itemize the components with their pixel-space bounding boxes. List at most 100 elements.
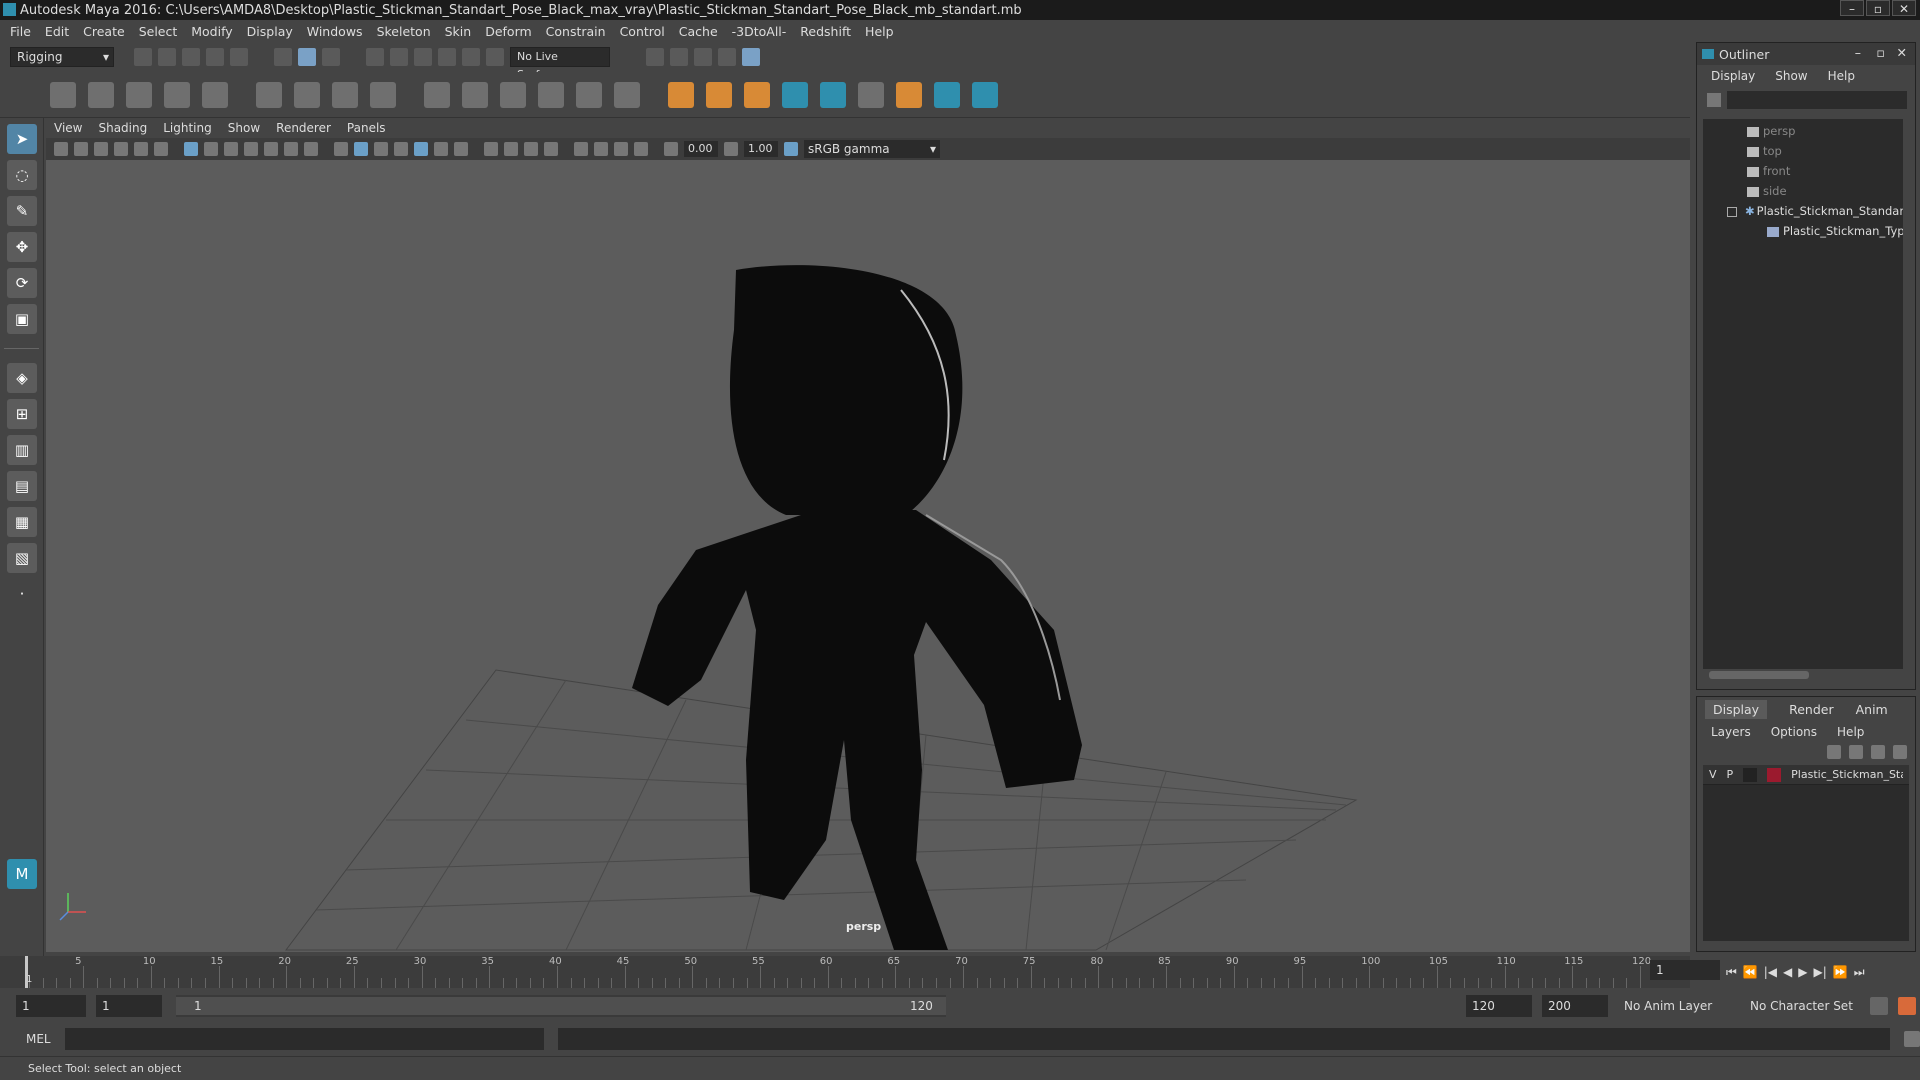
- new-empty-layer-icon[interactable]: [1871, 745, 1885, 759]
- resolution-gate-icon[interactable]: [224, 142, 238, 156]
- layer-menu-help[interactable]: Help: [1837, 725, 1864, 739]
- time-slider[interactable]: 5 10 15 20 25 30 35 40 45 50 55 60 65 70 75 80 85 90 95 100…: [0, 956, 1720, 988]
- xray-joints-icon[interactable]: [614, 142, 628, 156]
- pole-vector-icon[interactable]: [614, 81, 640, 108]
- use-all-lights-icon[interactable]: [434, 142, 448, 156]
- go-to-start-icon[interactable]: ⏮: [1726, 965, 1737, 980]
- outliner-refresh-icon[interactable]: [1707, 93, 1721, 107]
- insert-joint-icon[interactable]: [88, 81, 114, 108]
- select-hierarchy-icon[interactable]: [274, 48, 292, 66]
- menu-file[interactable]: File: [10, 24, 31, 39]
- select-component-icon[interactable]: [322, 48, 340, 66]
- maximize-button[interactable]: ▫: [1866, 0, 1890, 16]
- gamma-field[interactable]: 1.00: [744, 141, 778, 157]
- outliner-menu-help[interactable]: Help: [1828, 69, 1855, 83]
- lasso-tool-icon[interactable]: ◌: [7, 160, 37, 190]
- xray-icon[interactable]: [594, 142, 608, 156]
- character-control-icon[interactable]: [782, 81, 808, 108]
- menu-modify[interactable]: Modify: [191, 24, 232, 39]
- outliner-item-top[interactable]: top: [1703, 141, 1903, 161]
- safe-title-icon[interactable]: [304, 142, 318, 156]
- live-surface-field[interactable]: No Live Surface: [510, 47, 610, 81]
- paint-select-icon[interactable]: ✎: [7, 196, 37, 226]
- wireframe-on-shaded-icon[interactable]: [394, 142, 408, 156]
- exposure-icon[interactable]: [664, 142, 678, 156]
- anim-layer-dropdown[interactable]: No Anim Layer: [1618, 995, 1734, 1017]
- outliner-horizontal-scrollbar[interactable]: [1709, 671, 1809, 679]
- depth-of-field-icon[interactable]: [544, 142, 558, 156]
- collapse-icon[interactable]: [1727, 206, 1737, 217]
- make-live-icon[interactable]: [486, 48, 504, 66]
- image-plane-icon[interactable]: [114, 142, 128, 156]
- rotate-tool-icon[interactable]: ⟳: [7, 268, 37, 298]
- new-scene-icon[interactable]: [134, 48, 152, 66]
- aim-constraint-icon[interactable]: [462, 81, 488, 108]
- joint-tool-icon[interactable]: [50, 81, 76, 108]
- wireframe-icon[interactable]: [334, 142, 348, 156]
- command-input[interactable]: [64, 1028, 544, 1050]
- shadows-icon[interactable]: [454, 142, 468, 156]
- anti-aliasing-icon[interactable]: [524, 142, 538, 156]
- menu-skin[interactable]: Skin: [445, 24, 472, 39]
- maya-home-icon[interactable]: M: [7, 859, 37, 889]
- layer-visibility-toggle[interactable]: V: [1709, 768, 1717, 781]
- go-to-end-icon[interactable]: ⏭: [1854, 965, 1865, 980]
- undo-icon[interactable]: [206, 48, 224, 66]
- ik-fk-icon[interactable]: [706, 81, 732, 108]
- scale-constraint-icon[interactable]: [538, 81, 564, 108]
- ik-handle-icon[interactable]: [202, 81, 228, 108]
- outliner-maximize-button[interactable]: ▫: [1877, 45, 1885, 60]
- redo-icon[interactable]: [230, 48, 248, 66]
- ipr-render-icon[interactable]: [694, 48, 712, 66]
- grease-pencil-icon[interactable]: [154, 142, 168, 156]
- parent-constraint-icon[interactable]: [576, 81, 602, 108]
- menu-windows[interactable]: Windows: [307, 24, 363, 39]
- menu-cache[interactable]: Cache: [679, 24, 718, 39]
- select-object-icon[interactable]: [298, 48, 316, 66]
- snap-grid-icon[interactable]: [366, 48, 384, 66]
- panel-menu-panels[interactable]: Panels: [347, 121, 386, 135]
- end-time-field[interactable]: 200: [1542, 995, 1608, 1017]
- outliner-item-persp[interactable]: persp: [1703, 121, 1903, 141]
- set-key-icon[interactable]: [896, 81, 922, 108]
- playback-start-field[interactable]: 1: [96, 995, 162, 1017]
- layer-playback-toggle[interactable]: P: [1727, 768, 1734, 781]
- panel-menu-lighting[interactable]: Lighting: [163, 121, 212, 135]
- point-constraint-icon[interactable]: [424, 81, 450, 108]
- isolate-select-icon[interactable]: [574, 142, 588, 156]
- menu-edit[interactable]: Edit: [45, 24, 69, 39]
- select-tool-icon[interactable]: ➤: [7, 124, 37, 154]
- range-slider-track[interactable]: 1 120: [176, 995, 946, 1017]
- textured-icon[interactable]: [414, 142, 428, 156]
- step-forward-key-icon[interactable]: ▶|: [1814, 965, 1827, 979]
- layer-display-type-toggle[interactable]: [1743, 767, 1758, 782]
- render-settings-icon[interactable]: [718, 48, 736, 66]
- menu-constrain[interactable]: Constrain: [546, 24, 606, 39]
- mirror-joint-icon[interactable]: [126, 81, 152, 108]
- gamma-icon[interactable]: [724, 142, 738, 156]
- minimize-button[interactable]: –: [1840, 0, 1864, 16]
- camera-attributes-icon[interactable]: [74, 142, 88, 156]
- perspective-viewport[interactable]: persp: [46, 160, 1690, 952]
- range-slider-bar[interactable]: [176, 997, 946, 1015]
- step-forward-icon[interactable]: ⏩: [1833, 965, 1848, 979]
- play-forwards-icon[interactable]: ▶: [1798, 965, 1807, 979]
- outliner-menu-display[interactable]: Display: [1711, 69, 1755, 83]
- step-back-key-icon[interactable]: |◀: [1764, 965, 1777, 979]
- open-scene-icon[interactable]: [158, 48, 176, 66]
- use-default-material-icon[interactable]: [374, 142, 388, 156]
- layer-row[interactable]: V P Plastic_Stickman_Standart: [1703, 765, 1909, 785]
- tab-anim[interactable]: Anim: [1856, 702, 1888, 717]
- menu-help[interactable]: Help: [865, 24, 894, 39]
- menu-3dtoall[interactable]: -3DtoAll-: [732, 24, 787, 39]
- quick-rig-icon[interactable]: [820, 81, 846, 108]
- outliner-close-button[interactable]: ✕: [1897, 45, 1907, 60]
- screen-space-ao-icon[interactable]: [484, 142, 498, 156]
- script-editor-icon[interactable]: [1904, 1031, 1920, 1047]
- step-back-icon[interactable]: ⏪: [1743, 965, 1758, 979]
- move-tool-icon[interactable]: ✥: [7, 232, 37, 262]
- outliner-item-side[interactable]: side: [1703, 181, 1903, 201]
- menu-create[interactable]: Create: [83, 24, 125, 39]
- tab-render[interactable]: Render: [1789, 702, 1834, 717]
- outliner-item-stickman-mesh[interactable]: Plastic_Stickman_Type: [1703, 221, 1903, 241]
